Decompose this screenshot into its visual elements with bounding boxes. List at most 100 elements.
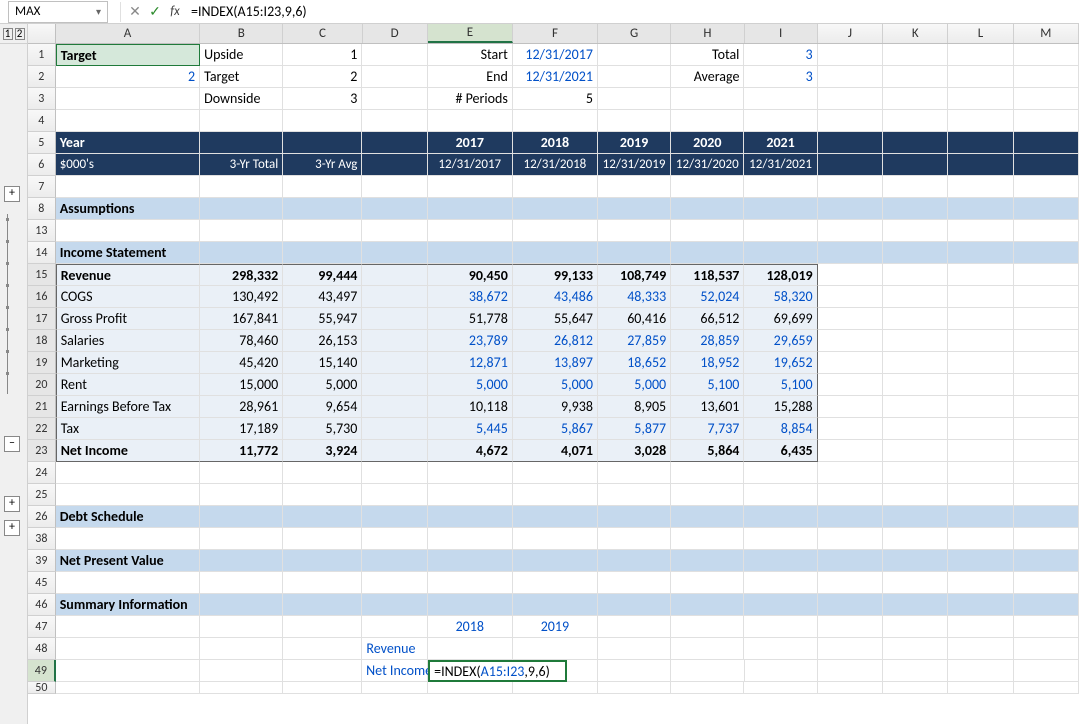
cell[interactable] [671,242,744,264]
cell[interactable] [200,660,283,682]
cell[interactable]: Gross Profit [56,308,200,330]
outline-level-2[interactable]: 2 [15,28,25,40]
cell[interactable] [883,418,948,440]
cell[interactable]: 3,924 [283,440,362,462]
cell[interactable]: COGS [56,286,200,308]
outline-expand-button[interactable]: + [4,496,20,512]
cell[interactable] [598,616,671,638]
cell[interactable] [200,198,283,220]
cell[interactable] [744,682,817,694]
cell[interactable] [283,550,362,572]
cell[interactable] [362,506,427,528]
cell[interactable] [200,484,283,506]
cell-F3[interactable]: 5 [513,88,598,110]
cell[interactable] [744,176,817,198]
cell[interactable]: 48,333 [598,286,671,308]
col-header-F[interactable]: F [513,24,598,43]
cell[interactable] [883,682,948,694]
cell[interactable] [200,242,283,264]
cell[interactable] [598,66,671,88]
cell[interactable] [513,682,598,694]
cell[interactable] [362,110,427,132]
cell-A5[interactable]: Year [56,132,200,154]
row-header[interactable]: 49 [28,660,56,682]
cell[interactable] [1014,88,1079,110]
cell[interactable] [883,330,948,352]
cell[interactable] [948,198,1013,220]
cell[interactable] [513,220,598,242]
cell[interactable] [883,242,948,264]
cell[interactable] [283,660,362,682]
cell[interactable] [671,638,744,660]
cell[interactable] [283,484,362,506]
cell[interactable]: 18,652 [598,352,671,374]
cell[interactable] [1014,352,1079,374]
cell[interactable] [283,616,362,638]
cell[interactable] [362,88,427,110]
cell[interactable] [56,616,200,638]
cell[interactable] [1014,550,1079,572]
cell[interactable]: Earnings Before Tax [56,396,200,418]
cell[interactable] [883,638,948,660]
cell-B6[interactable]: 3-Yr Total [200,154,283,176]
cell[interactable] [362,264,427,286]
cell[interactable] [598,110,671,132]
cell[interactable] [671,88,744,110]
cell[interactable] [362,176,427,198]
col-header-I[interactable]: I [745,24,818,43]
cell[interactable] [428,594,513,616]
cell[interactable]: Net Income [56,440,200,462]
col-header-M[interactable]: M [1014,24,1079,43]
cell[interactable]: 8,905 [598,396,671,418]
cell-B3[interactable]: Downside [200,88,283,110]
cell[interactable]: 3,028 [598,440,671,462]
cell[interactable] [818,308,883,330]
cell-D49[interactable]: Net Income [362,660,428,682]
cell[interactable]: 15,288 [744,396,817,418]
cell[interactable] [948,528,1013,550]
row-header[interactable]: 8 [28,198,56,220]
cell-C3[interactable]: 3 [283,88,362,110]
row-header[interactable]: 16 [28,286,56,308]
cell[interactable]: 8,854 [744,418,817,440]
cell[interactable] [818,132,883,154]
cell[interactable] [428,572,513,594]
cell-F6[interactable]: 12/31/2018 [513,154,598,176]
cell[interactable]: 6,435 [744,440,817,462]
row-header[interactable]: 1 [28,44,56,66]
cell-E2[interactable]: End [428,66,513,88]
cell[interactable] [1014,308,1079,330]
cell[interactable] [948,264,1013,286]
cell[interactable] [744,462,817,484]
cell[interactable] [362,330,427,352]
cell[interactable] [1014,682,1079,694]
cell[interactable] [428,484,513,506]
cell[interactable]: 19,652 [744,352,817,374]
cell[interactable] [883,352,948,374]
cell[interactable]: 5,000 [513,374,598,396]
cell[interactable] [883,374,948,396]
cell[interactable] [1014,528,1079,550]
cell[interactable] [362,594,427,616]
cell[interactable] [362,440,427,462]
cell[interactable] [513,484,598,506]
select-all-corner[interactable] [28,24,56,43]
section-npv[interactable]: Net Present Value [56,550,200,572]
cell[interactable] [56,88,200,110]
cell[interactable] [818,572,883,594]
cell-E1[interactable]: Start [428,44,513,66]
cell[interactable] [283,176,362,198]
cell[interactable] [362,66,427,88]
cell[interactable] [1014,616,1079,638]
cell[interactable] [883,528,948,550]
cell[interactable] [883,154,948,176]
row-header[interactable]: 19 [28,352,56,374]
cell-C1[interactable]: 1 [283,44,362,66]
cell[interactable]: Marketing [56,352,200,374]
cell[interactable] [598,176,671,198]
cell[interactable] [1014,572,1079,594]
cell-A1[interactable]: Target [56,44,200,66]
cell[interactable] [818,682,883,694]
cell[interactable] [883,572,948,594]
cell[interactable] [948,484,1013,506]
